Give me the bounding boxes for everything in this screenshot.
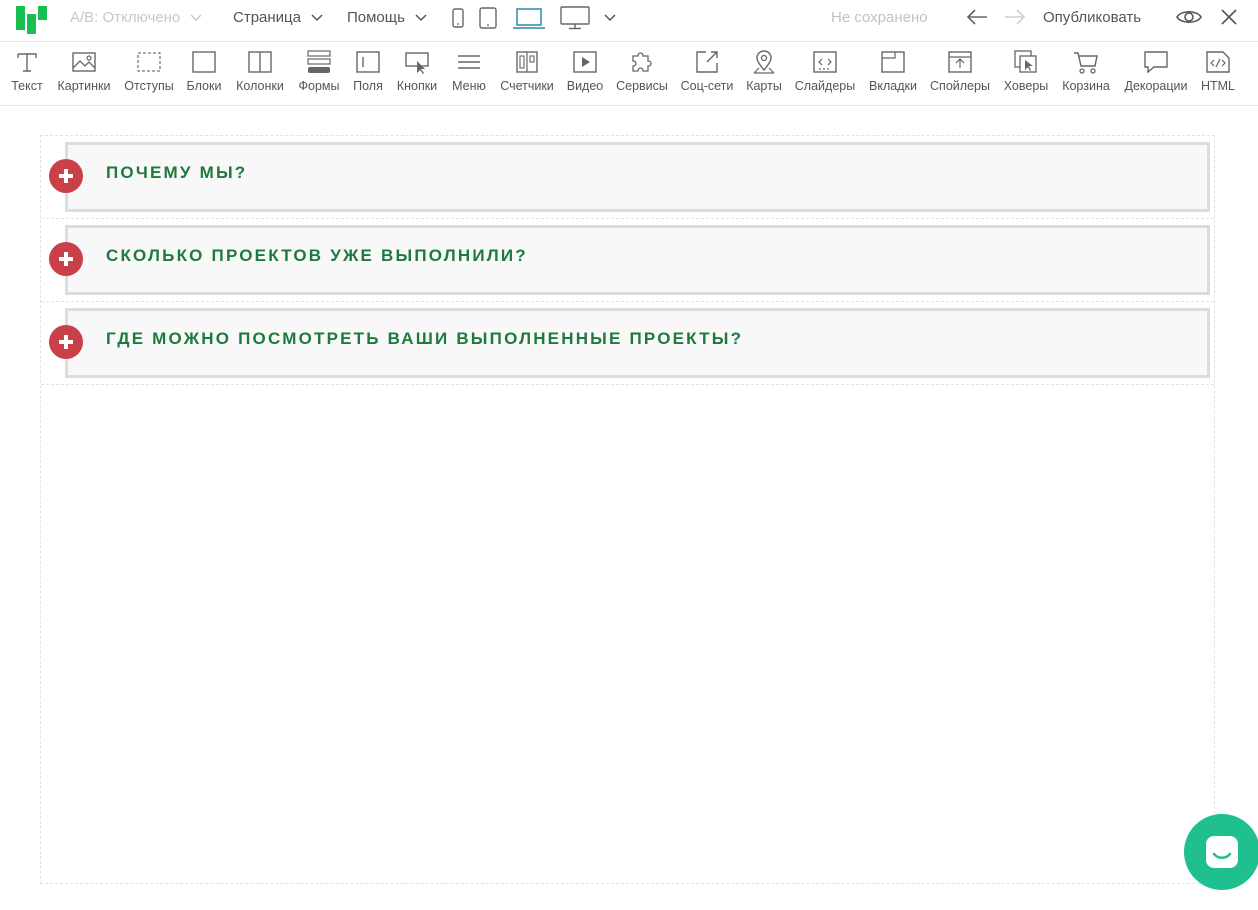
editor-canvas[interactable]: ПОЧЕМУ МЫ? СКОЛЬКО ПРОЕКТОВ УЖЕ ВЫПОЛНИЛ… bbox=[40, 135, 1215, 884]
publish-button[interactable]: Опубликовать bbox=[1043, 0, 1141, 36]
widget-toolbar: Текст Картинки Отступы Блоки Колонки Фор… bbox=[0, 42, 1258, 106]
accordion-item[interactable]: ПОЧЕМУ МЫ? bbox=[41, 136, 1214, 219]
undo-icon[interactable] bbox=[965, 8, 989, 26]
tool-label: Видео bbox=[566, 79, 604, 93]
counter-icon bbox=[516, 51, 538, 73]
tool-blocks[interactable]: Блоки bbox=[183, 46, 225, 102]
mobile-view-icon[interactable] bbox=[452, 8, 464, 28]
chevron-down-icon bbox=[190, 14, 202, 22]
tool-services[interactable]: Сервисы bbox=[613, 46, 671, 102]
tool-label: Слайдеры bbox=[794, 79, 856, 93]
desktop-view-icon[interactable] bbox=[560, 6, 590, 30]
video-icon bbox=[573, 51, 597, 73]
map-pin-icon bbox=[753, 50, 775, 74]
plus-icon[interactable] bbox=[49, 159, 83, 193]
tool-label: Соц-сети bbox=[680, 79, 734, 93]
tool-tabs[interactable]: Вкладки bbox=[864, 46, 922, 102]
chat-icon bbox=[1206, 836, 1238, 868]
tool-hovers[interactable]: Ховеры bbox=[1000, 46, 1052, 102]
accordion-item[interactable]: ГДЕ МОЖНО ПОСМОТРЕТЬ ВАШИ ВЫПОЛНЕННЫЕ ПР… bbox=[41, 302, 1214, 385]
tool-label: HTML bbox=[1200, 79, 1236, 93]
top-bar: A/B: Отключено Страница Помощь Не сохран… bbox=[0, 0, 1258, 42]
tabs-icon bbox=[881, 51, 905, 73]
chevron-down-icon bbox=[415, 14, 427, 22]
chevron-down-icon bbox=[311, 14, 323, 22]
page-menu-label: Страница bbox=[233, 9, 301, 26]
tool-text[interactable]: Текст bbox=[3, 46, 51, 102]
tool-social[interactable]: Соц-сети bbox=[677, 46, 737, 102]
laptop-view-icon[interactable] bbox=[513, 8, 545, 30]
accordion-item[interactable]: СКОЛЬКО ПРОЕКТОВ УЖЕ ВЫПОЛНИЛИ? bbox=[41, 219, 1214, 302]
puzzle-icon bbox=[632, 52, 652, 72]
cart-icon bbox=[1074, 52, 1098, 74]
menu-icon bbox=[458, 55, 480, 69]
save-status: Не сохранено bbox=[831, 9, 928, 26]
accordion-title: ГДЕ МОЖНО ПОСМОТРЕТЬ ВАШИ ВЫПОЛНЕННЫЕ ПР… bbox=[106, 329, 744, 348]
chevron-down-icon[interactable] bbox=[604, 14, 616, 22]
tool-video[interactable]: Видео bbox=[563, 46, 607, 102]
tool-label: Ховеры bbox=[1003, 79, 1049, 93]
tool-label: Картинки bbox=[57, 79, 111, 93]
page-menu[interactable]: Страница bbox=[233, 0, 323, 36]
tool-label: Сервисы bbox=[616, 79, 668, 93]
tool-columns[interactable]: Колонки bbox=[233, 46, 287, 102]
help-menu-label: Помощь bbox=[347, 9, 405, 26]
plus-icon[interactable] bbox=[49, 325, 83, 359]
chat-widget-button[interactable] bbox=[1184, 814, 1258, 890]
preview-eye-icon[interactable] bbox=[1175, 8, 1203, 26]
tool-buttons[interactable]: Кнопки bbox=[393, 46, 441, 102]
tool-label: Поля bbox=[353, 79, 383, 93]
tool-forms[interactable]: Формы bbox=[296, 46, 342, 102]
decoration-icon bbox=[1144, 51, 1168, 74]
tool-label: Отступы bbox=[124, 79, 174, 93]
close-icon[interactable] bbox=[1220, 8, 1238, 26]
tool-label: Формы bbox=[298, 79, 340, 93]
tool-label: Спойлеры bbox=[930, 79, 990, 93]
tool-spoilers[interactable]: Спойлеры bbox=[928, 46, 992, 102]
html-icon bbox=[1206, 51, 1230, 73]
ab-test-label: A/B: Отключено bbox=[70, 9, 181, 26]
form-icon bbox=[307, 50, 331, 73]
tool-label: Карты bbox=[746, 79, 782, 93]
columns-icon bbox=[248, 51, 272, 73]
button-icon bbox=[405, 52, 429, 74]
spoiler-icon bbox=[948, 51, 972, 73]
tool-spacing[interactable]: Отступы bbox=[121, 46, 177, 102]
tool-label: Колонки bbox=[236, 79, 284, 93]
share-icon bbox=[696, 51, 718, 73]
tool-decorations[interactable]: Декорации bbox=[1120, 46, 1192, 102]
ab-test-dropdown[interactable]: A/B: Отключено bbox=[70, 0, 202, 36]
tool-label: Блоки bbox=[186, 79, 222, 93]
tool-html[interactable]: HTML bbox=[1197, 46, 1239, 102]
tool-label: Меню bbox=[452, 79, 486, 93]
field-icon bbox=[356, 51, 380, 73]
tool-cart[interactable]: Корзина bbox=[1058, 46, 1114, 102]
tablet-view-icon[interactable] bbox=[479, 7, 497, 29]
accordion-title: ПОЧЕМУ МЫ? bbox=[106, 163, 248, 182]
redo-icon[interactable] bbox=[1003, 8, 1027, 26]
plus-icon[interactable] bbox=[49, 242, 83, 276]
tool-label: Текст bbox=[11, 79, 43, 93]
tool-sliders[interactable]: Слайдеры bbox=[793, 46, 857, 102]
accordion-title: СКОЛЬКО ПРОЕКТОВ УЖЕ ВЫПОЛНИЛИ? bbox=[106, 246, 528, 265]
help-menu[interactable]: Помощь bbox=[347, 0, 427, 36]
hover-icon bbox=[1014, 50, 1037, 73]
slider-icon bbox=[813, 51, 837, 73]
tool-label: Кнопки bbox=[396, 79, 438, 93]
tool-menu[interactable]: Меню bbox=[448, 46, 490, 102]
logo-icon[interactable] bbox=[16, 6, 48, 34]
block-icon bbox=[192, 51, 216, 73]
tool-maps[interactable]: Карты bbox=[742, 46, 786, 102]
tool-label: Счетчики bbox=[500, 79, 554, 93]
image-icon bbox=[72, 52, 96, 72]
spacing-icon bbox=[137, 52, 161, 72]
tool-images[interactable]: Картинки bbox=[54, 46, 114, 102]
tool-fields[interactable]: Поля bbox=[350, 46, 386, 102]
tool-label: Декорации bbox=[1124, 79, 1188, 93]
tool-label: Вкладки bbox=[869, 79, 917, 93]
tool-counters[interactable]: Счетчики bbox=[497, 46, 557, 102]
tool-label: Корзина bbox=[1062, 79, 1110, 93]
text-icon bbox=[17, 53, 37, 72]
